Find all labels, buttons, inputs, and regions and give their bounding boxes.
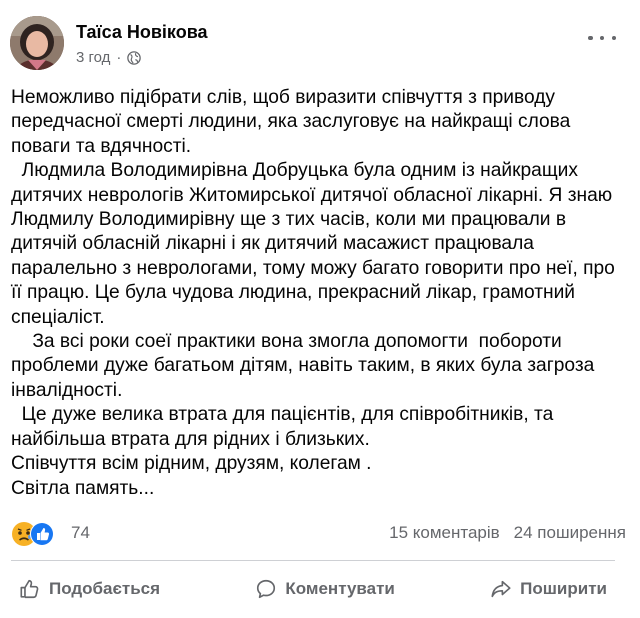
- comments-count[interactable]: 15 коментарів: [389, 523, 500, 542]
- more-options-icon[interactable]: [588, 30, 616, 46]
- post-paragraph: Це дуже велика втрата для пацієнтів, для…: [11, 404, 559, 450]
- comment-label: Коментувати: [285, 579, 395, 598]
- post-header: Таїса Новікова 3 год ·: [10, 16, 630, 74]
- author-avatar[interactable]: [10, 16, 64, 70]
- comment-icon: [257, 579, 276, 599]
- post-paragraph: Світла память...: [11, 477, 155, 499]
- like-label: Подобається: [49, 579, 161, 598]
- post-paragraph: Неможливо підібрати слів, щоб виразити с…: [11, 87, 576, 157]
- shares-count[interactable]: 24 поширення: [514, 523, 626, 542]
- post-actions: Подобається Коментувати Поширити: [11, 570, 615, 608]
- like-reaction-icon: [30, 522, 54, 546]
- post-body: Неможливо підібрати слів, щоб виразити с…: [11, 86, 621, 501]
- avatar-photo: [10, 16, 64, 70]
- thumbs-up-icon: [20, 579, 39, 599]
- like-button[interactable]: Подобається: [11, 571, 168, 607]
- share-button[interactable]: Поширити: [482, 571, 615, 607]
- post-meta: 3 год ·: [76, 49, 142, 66]
- reaction-icons[interactable]: [11, 521, 67, 547]
- author-name[interactable]: Таїса Новікова: [76, 22, 208, 43]
- post-paragraph: Людмила Володимирівна Добруцька була одн…: [11, 160, 621, 328]
- post-time[interactable]: 3 год: [76, 49, 110, 66]
- facebook-post: Таїса Новікова 3 год · Неможливо підібра…: [0, 0, 640, 618]
- globe-icon: [127, 50, 142, 65]
- share-label: Поширити: [520, 579, 607, 598]
- meta-separator: ·: [116, 49, 122, 66]
- actions-divider: [11, 560, 615, 561]
- post-paragraph: Співчуття всім рідним, друзям, колегам .: [11, 453, 372, 475]
- reactions-bar: 74 15 коментарів 24 поширення: [11, 520, 626, 548]
- reaction-count[interactable]: 74: [71, 523, 90, 543]
- post-stats: 15 коментарів 24 поширення: [389, 523, 626, 543]
- comment-button[interactable]: Коментувати: [247, 571, 403, 607]
- share-icon: [491, 580, 511, 598]
- post-paragraph: За всі роки соеї практики вона змогла до…: [11, 331, 600, 401]
